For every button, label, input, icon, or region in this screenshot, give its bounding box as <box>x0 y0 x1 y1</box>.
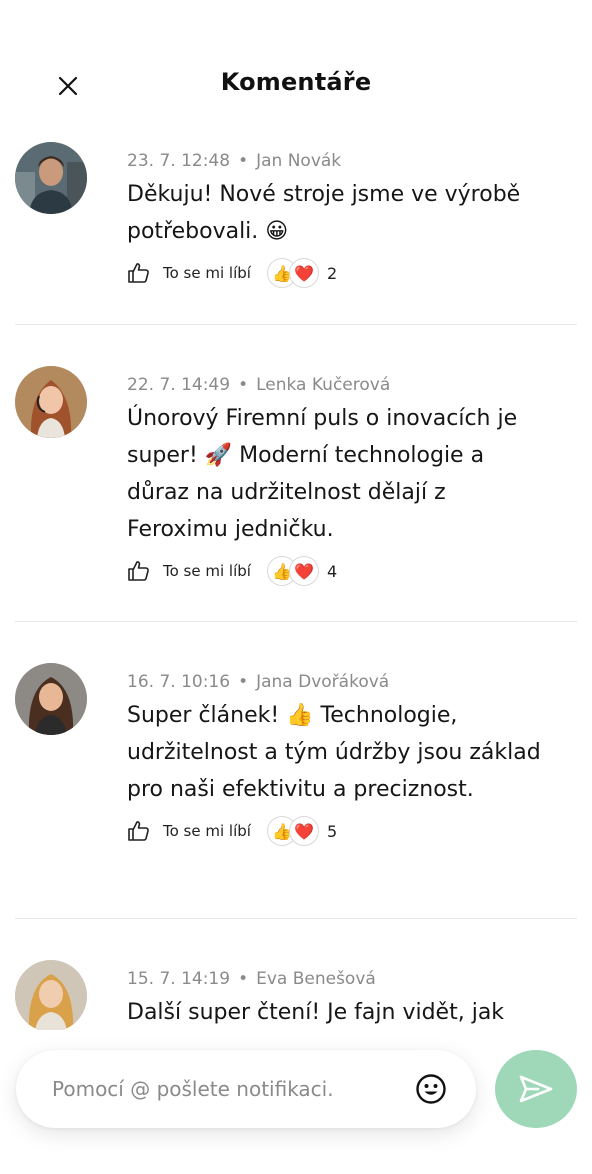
reaction-heart: ❤️ <box>288 556 319 586</box>
send-arrow-icon <box>519 1075 553 1103</box>
like-label: To se mi líbí <box>163 562 251 580</box>
comment-item: 23. 7. 12:48 • Jan Novák Děkuju! Nové stro… <box>0 130 592 325</box>
comment-date: 22. 7. 14:49 <box>127 375 231 395</box>
thumbs-up-outline-icon <box>128 561 149 581</box>
like-button[interactable]: To se mi líbí <box>127 560 251 582</box>
send-button[interactable] <box>495 1050 577 1128</box>
meta-separator: • <box>238 969 249 989</box>
comment-author: Eva Benešová <box>256 969 376 989</box>
like-label: To se mi líbí <box>163 822 251 840</box>
avatar-image <box>15 142 87 214</box>
comment-input[interactable] <box>52 1077 414 1101</box>
comment-actions: To se mi líbí 👍 ❤️ 4 <box>127 554 552 588</box>
avatar-image <box>15 366 87 438</box>
comment-actions: To se mi líbí 👍 ❤️ 2 <box>127 256 552 290</box>
reaction-count: 5 <box>326 821 338 841</box>
meta-separator: • <box>238 375 249 395</box>
like-button[interactable]: To se mi líbí <box>127 820 251 842</box>
comment-meta: 16. 7. 10:16 • Jana Dvořáková <box>127 622 552 695</box>
comment-author: Jan Novák <box>256 151 342 171</box>
reactions[interactable]: 👍 ❤️ 4 <box>266 556 338 586</box>
comment-text: Další super čtení! Je fajn vidět, jak <box>127 1000 505 1025</box>
thumbs-up-outline-icon <box>128 263 149 283</box>
reactions[interactable]: 👍 ❤️ 5 <box>266 816 338 846</box>
comment-meta: 23. 7. 12:48 • Jan Novák <box>127 130 552 174</box>
comment-date: 16. 7. 10:16 <box>127 672 231 692</box>
meta-separator: • <box>238 151 249 171</box>
avatar[interactable] <box>15 663 87 735</box>
comment-author: Lenka Kučerová <box>256 375 391 395</box>
like-label: To se mi líbí <box>163 264 251 282</box>
comment-item: 22. 7. 14:49 • Lenka Kučerová Únorový Fire… <box>0 325 592 622</box>
comment-text: Únorový Firemní puls o inovacích je supe… <box>127 406 518 542</box>
avatar[interactable] <box>15 142 87 214</box>
like-button[interactable]: To se mi líbí <box>127 262 251 284</box>
meta-separator: • <box>238 672 249 692</box>
reaction-heart: ❤️ <box>288 816 319 846</box>
comment-date: 23. 7. 12:48 <box>127 151 231 171</box>
reactions[interactable]: 👍 ❤️ 2 <box>266 258 338 288</box>
smiley-icon <box>416 1074 446 1104</box>
header: Komentáře <box>0 0 592 130</box>
comment-item: 16. 7. 10:16 • Jana Dvořáková Super článek… <box>0 622 592 919</box>
comments-screen: Komentáře 23. 7. 12:48 • Jan Novák Děkuju!… <box>0 0 592 1174</box>
comment-meta: 22. 7. 14:49 • Lenka Kučerová <box>127 325 552 398</box>
comment-date: 15. 7. 14:19 <box>127 969 231 989</box>
comment-author: Jana Dvořáková <box>256 672 390 692</box>
avatar-image <box>15 663 87 735</box>
reaction-heart: ❤️ <box>288 258 319 288</box>
avatar-image <box>15 960 87 1030</box>
comment-item: 15. 7. 14:19 • Eva Benešová Další super čt… <box>0 919 592 1030</box>
comment-meta: 15. 7. 14:19 • Eva Benešová <box>127 919 552 992</box>
reaction-count: 4 <box>326 561 338 581</box>
comment-text: Děkuju! Nové stroje jsme ve výrobě potře… <box>127 182 521 244</box>
reaction-count: 2 <box>326 263 338 283</box>
avatar[interactable] <box>15 960 87 1030</box>
thumbs-up-outline-icon <box>128 821 149 841</box>
comment-text: Super článek! 👍 Technologie, udržitelnos… <box>127 703 541 802</box>
comment-actions: To se mi líbí 👍 ❤️ 5 <box>127 814 552 848</box>
page-title: Komentáře <box>220 68 372 96</box>
avatar[interactable] <box>15 366 87 438</box>
emoji-button[interactable] <box>414 1072 448 1106</box>
comment-list[interactable]: 23. 7. 12:48 • Jan Novák Děkuju! Nové stro… <box>0 130 592 1030</box>
comment-composer <box>16 1050 476 1128</box>
